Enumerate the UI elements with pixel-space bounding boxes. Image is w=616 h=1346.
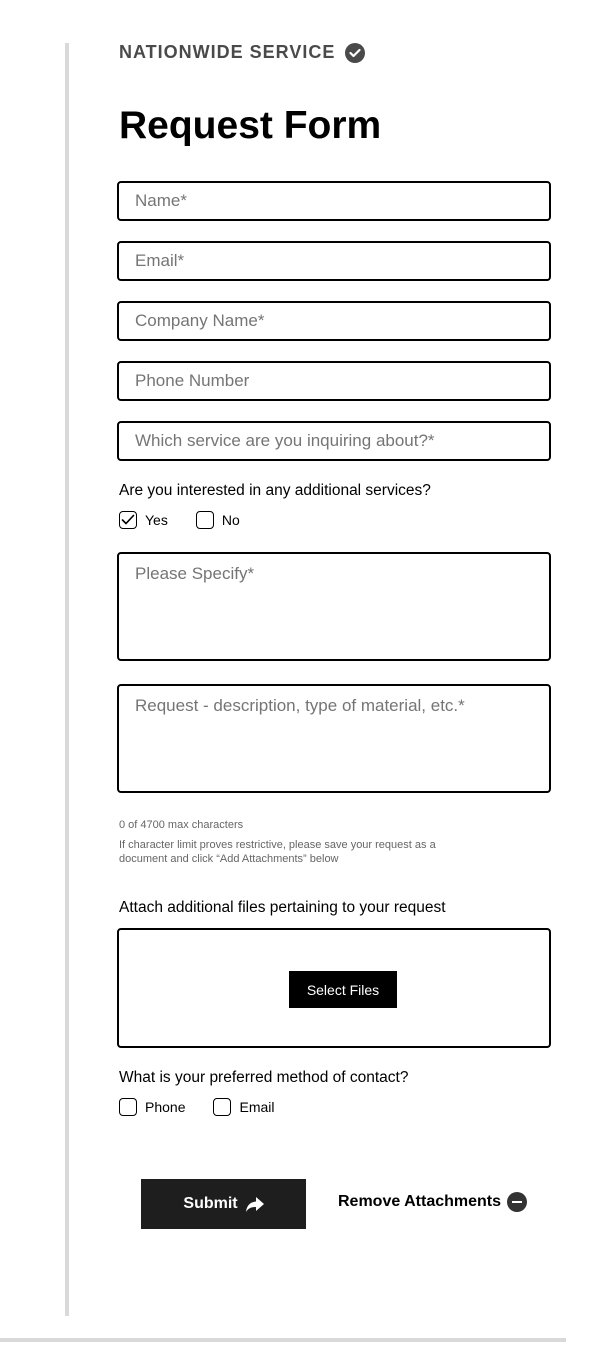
no-checkbox[interactable] [195,511,214,529]
email-label: Email [239,1099,275,1115]
select-files-button[interactable]: Select Files [289,971,397,1008]
additional-services-question: Are you interested in any additional ser… [119,482,431,499]
phone-number-input[interactable] [117,361,551,401]
no-label: No [221,512,240,528]
yes-checkbox[interactable] [119,511,137,529]
check-circle-icon [345,42,366,63]
contact-method-options: Phone Email [119,1098,303,1116]
email-checkbox[interactable] [213,1098,232,1116]
page-title: Request Form [119,104,382,147]
contact-method-email[interactable]: Email [213,1098,275,1116]
additional-services-yes[interactable]: Yes [119,511,168,529]
character-limit-hint: If character limit proves restrictive, p… [119,839,436,865]
phone-label: Phone [145,1099,186,1115]
file-dropzone[interactable]: Select Files [117,928,551,1048]
request-description-textarea[interactable] [117,684,551,793]
remove-attachments-label: Remove Attachments [338,1193,502,1210]
submit-label: Submit [183,1195,238,1212]
remove-attachments-button[interactable]: Remove Attachments [338,1192,528,1212]
submit-button[interactable]: Submit [141,1179,306,1229]
minus-circle-icon [507,1192,528,1212]
additional-services-no[interactable]: No [195,511,240,529]
attachments-label: Attach additional files pertaining to yo… [119,899,446,916]
eyebrow-text: NATIONWIDE SERVICE [119,42,336,62]
yes-label: Yes [145,512,168,528]
name-input[interactable] [117,181,551,221]
company-name-input[interactable] [117,301,551,341]
eyebrow: NATIONWIDE SERVICE [119,42,366,63]
bottom-divider [0,1338,566,1342]
email-input[interactable] [117,241,551,281]
share-arrow-icon [245,1196,264,1212]
contact-method-question: What is your preferred method of contact… [119,1069,409,1086]
character-counter: 0 of 4700 max characters [119,819,244,831]
service-inquiry-input[interactable] [117,421,551,461]
phone-checkbox[interactable] [119,1098,137,1116]
left-divider [65,43,69,1316]
contact-method-phone[interactable]: Phone [119,1098,185,1116]
additional-services-options: Yes No [119,511,268,529]
please-specify-textarea[interactable] [117,552,551,661]
